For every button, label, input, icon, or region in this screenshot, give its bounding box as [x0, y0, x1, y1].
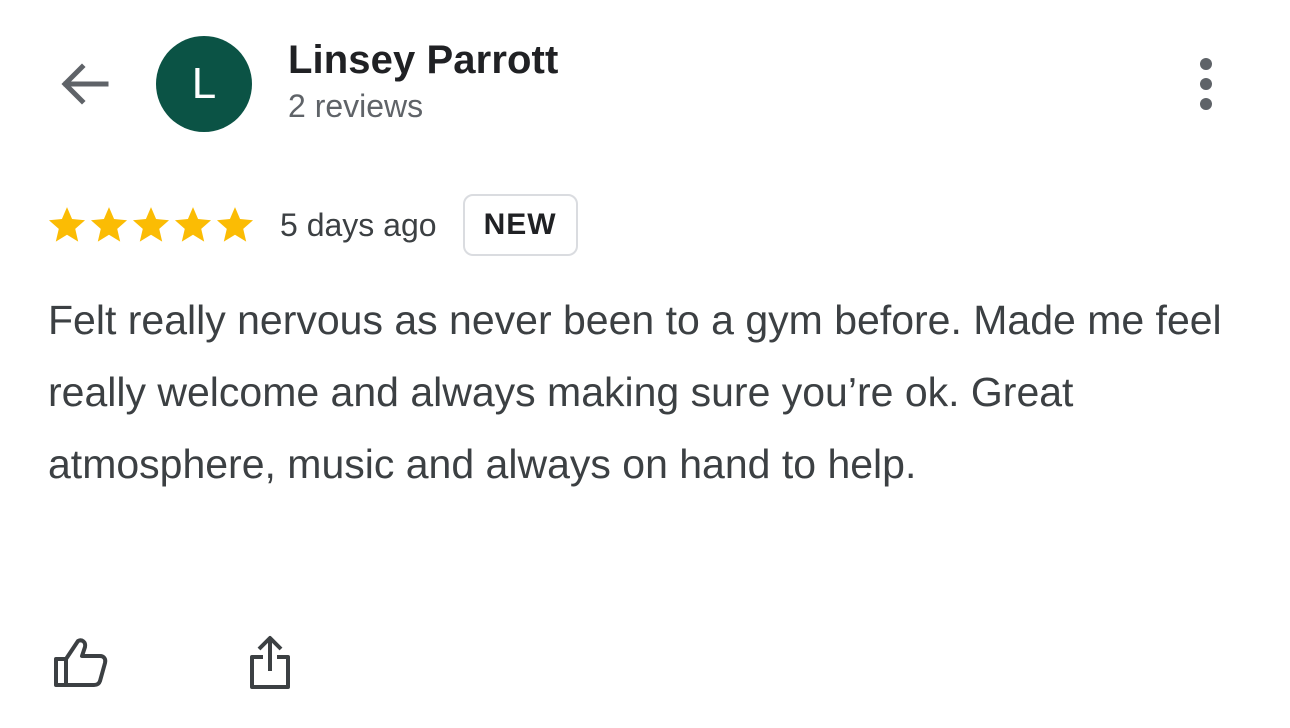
thumb-up-icon: [54, 638, 108, 687]
more-options-button[interactable]: [1180, 52, 1232, 116]
star-icon: [216, 207, 254, 242]
star-icon: [48, 207, 86, 242]
star-icon: [174, 207, 212, 242]
review-date: 5 days ago: [280, 206, 437, 243]
star-icon: [132, 207, 170, 242]
avatar[interactable]: L: [156, 36, 252, 132]
reviewer-review-count: 2 reviews: [288, 88, 424, 124]
like-button[interactable]: [46, 630, 114, 696]
rating-row: 5 days ago NEW: [46, 192, 578, 258]
more-vert-icon: [1200, 58, 1212, 110]
arrow-left-icon: [61, 63, 109, 105]
review-text: Felt really nervous as never been to a g…: [48, 297, 1222, 487]
star-icon: [90, 207, 128, 242]
back-button[interactable]: [52, 56, 116, 112]
new-badge: NEW: [462, 194, 578, 256]
share-icon: [250, 636, 290, 689]
avatar-letter: L: [191, 59, 217, 108]
share-button[interactable]: [236, 630, 304, 696]
star-rating: [46, 204, 256, 246]
reviewer-name[interactable]: Linsey Parrott: [288, 38, 558, 83]
